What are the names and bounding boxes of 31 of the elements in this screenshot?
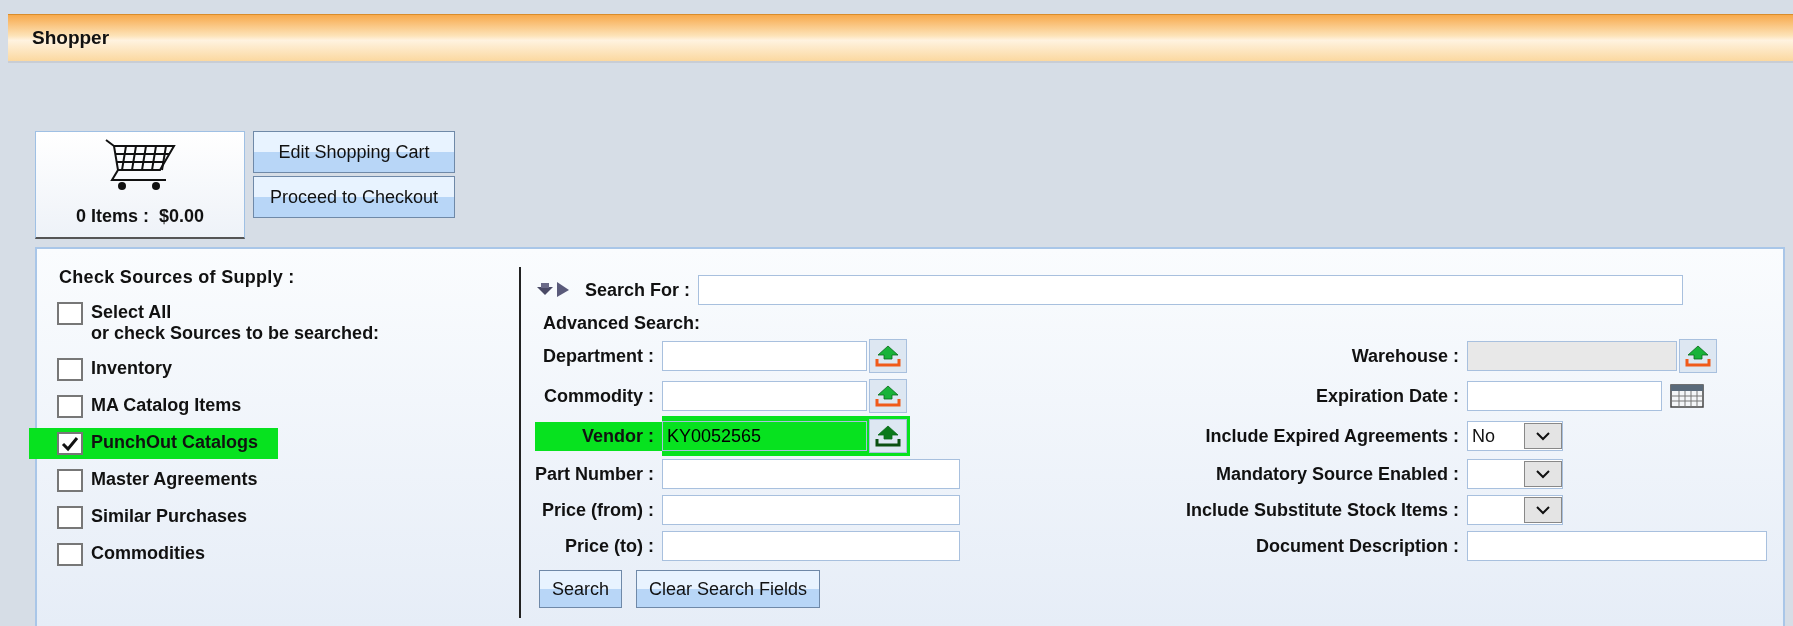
cart-button[interactable]: Proceed to Checkout [253, 176, 456, 218]
field-label: Department : [542, 344, 656, 368]
field-label: Document Description : [1254, 534, 1460, 558]
search-button[interactable]: Search [539, 570, 623, 608]
input-field[interactable]: KY0052565 [662, 421, 868, 451]
field-label: Vendor : [535, 421, 663, 451]
field-label: Search For : [585, 279, 691, 301]
checkbox-label: Inventory [91, 358, 173, 379]
field-label: Price (from) : [541, 498, 656, 522]
section-title: Check Sources of Supply : [59, 267, 295, 288]
section-title: Advanced Search: [543, 313, 702, 334]
checkbox-label: Master Agreements [91, 469, 258, 490]
field-label: Part Number : [535, 462, 656, 486]
checkbox-label: MA Catalog Items [91, 395, 242, 416]
field-label: Include Substitute Stock Items : [1184, 498, 1460, 522]
checkbox-label: Similar Purchases [91, 506, 248, 527]
field-label: Mandatory Source Enabled : [1214, 462, 1460, 486]
checkbox-label: PunchOut Catalogs [91, 432, 258, 453]
search-button[interactable]: Clear Search Fields [636, 570, 821, 608]
checkbox-label: Commodities [91, 543, 205, 564]
hint-text: or check Sources to be searched: [91, 323, 380, 344]
cart-summary: 0 Items : $0.00 [75, 206, 205, 227]
checkbox-label: Select All [91, 302, 173, 323]
dropdown[interactable]: No [1467, 421, 1563, 451]
field-label: Commodity : [543, 384, 656, 408]
field-label: Include Expired Agreements : [1204, 424, 1460, 448]
cart-button[interactable]: Edit Shopping Cart [253, 131, 456, 173]
field-label: Price (to) : [564, 534, 656, 558]
field-label: Warehouse : [1350, 344, 1460, 368]
page-title: Shopper [32, 27, 110, 49]
field-label: Expiration Date : [1314, 384, 1460, 408]
